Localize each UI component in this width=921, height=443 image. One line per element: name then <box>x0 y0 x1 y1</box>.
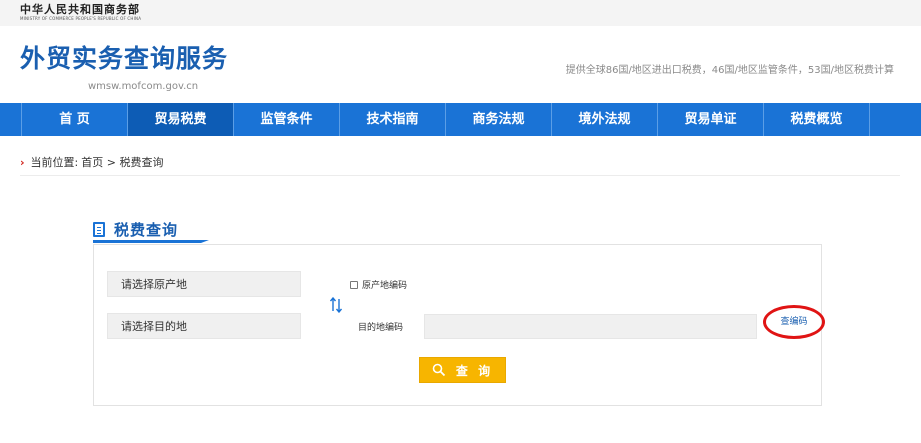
nav-item-foreign-law[interactable]: 境外法规 <box>552 103 658 136</box>
ministry-bar: 中华人民共和国商务部 MINISTRY OF COMMERCE PEOPLE'S… <box>0 0 921 26</box>
breadcrumb-prefix: 当前位置: <box>30 156 79 169</box>
breadcrumb-divider <box>20 175 900 176</box>
nav-item-trade-docs[interactable]: 贸易单证 <box>658 103 764 136</box>
nav-item-trade-tax[interactable]: 贸易税费 <box>128 103 234 136</box>
query-button[interactable]: 查 询 <box>419 357 506 383</box>
nav-item-tech-guide[interactable]: 技术指南 <box>340 103 446 136</box>
nav-item-commerce-law[interactable]: 商务法规 <box>446 103 552 136</box>
origin-code-label: 原产地编码 <box>362 281 408 291</box>
main-nav: 首 页 贸易税费 监管条件 技术指南 商务法规 境外法规 贸易单证 税费概览 <box>0 103 921 136</box>
ministry-name-cn: 中华人民共和国商务部 <box>20 3 140 16</box>
document-icon <box>93 222 105 237</box>
destination-select[interactable]: 请选择目的地 <box>107 313 301 339</box>
ministry-logo[interactable]: 中华人民共和国商务部 MINISTRY OF COMMERCE PEOPLE'S… <box>20 3 141 22</box>
swap-arrows-icon[interactable] <box>330 297 342 313</box>
origin-code-checkbox-row[interactable]: 原产地编码 <box>350 278 407 291</box>
origin-select[interactable]: 请选择原产地 <box>107 271 301 297</box>
dest-code-label: 目的地编码 <box>358 323 404 333</box>
site-title[interactable]: 外贸实务查询服务 <box>20 44 228 74</box>
section-title: 税费查询 <box>114 221 179 239</box>
site-url: wmsw.mofcom.gov.cn <box>88 81 199 92</box>
breadcrumb: › 当前位置: 首页 > 税费查询 <box>20 154 163 170</box>
query-panel: 请选择原产地 请选择目的地 原产地编码 目的地编码 查编码 查 询 <box>93 244 825 406</box>
nav-item-home[interactable]: 首 页 <box>22 103 128 136</box>
chevron-right-icon: › <box>20 155 25 169</box>
nav-item-regulatory[interactable]: 监管条件 <box>234 103 340 136</box>
site-header: 外贸实务查询服务 wmsw.mofcom.gov.cn 提供全球86国/地区进出… <box>0 26 921 103</box>
nav-item-tax-overview[interactable]: 税费概览 <box>764 103 870 136</box>
section-heading: 税费查询 <box>93 219 178 240</box>
dest-code-input[interactable] <box>424 314 757 339</box>
lookup-code-link[interactable]: 查编码 <box>763 305 825 339</box>
ministry-name-en: MINISTRY OF COMMERCE PEOPLE'S REPUBLIC O… <box>20 16 142 21</box>
section-underline <box>93 240 209 243</box>
breadcrumb-path[interactable]: 首页 > 税费查询 <box>81 154 163 170</box>
header-tagline: 提供全球86国/地区进出口税费，46国/地区监管条件，53国/地区税费计算 <box>565 65 894 76</box>
origin-code-checkbox[interactable] <box>350 280 358 289</box>
query-button-label: 查 询 <box>455 363 494 378</box>
search-icon <box>432 363 446 377</box>
nav-edge <box>0 103 22 136</box>
